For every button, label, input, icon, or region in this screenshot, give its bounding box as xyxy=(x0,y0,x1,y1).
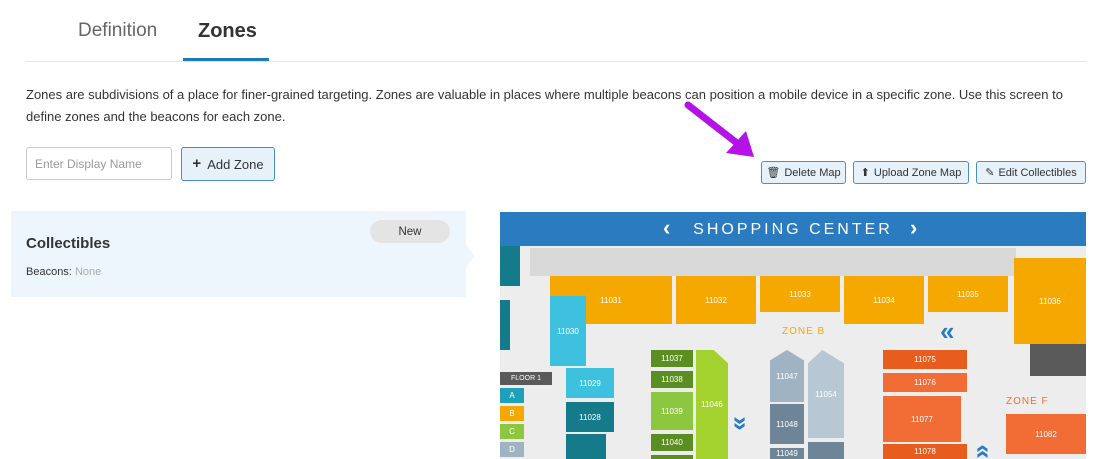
plus-icon: + xyxy=(192,155,202,172)
store-11054: 11054 xyxy=(808,350,844,438)
map-block xyxy=(1030,344,1086,376)
store-11029: 11029 xyxy=(566,368,614,398)
upload-icon: ⬆ xyxy=(860,167,870,179)
delete-map-button[interactable]: 🗑 Delete Map xyxy=(761,161,846,184)
floor-key-d: D xyxy=(500,442,524,457)
store-11076: 11076 xyxy=(883,373,967,392)
map-block xyxy=(500,246,520,286)
trash-icon: 🗑 xyxy=(766,167,781,179)
store-11030: 11030 xyxy=(550,296,586,366)
floor-label: FLOOR 1 xyxy=(500,372,552,385)
tab-bar: Definition Zones xyxy=(0,0,1096,62)
store-11075: 11075 xyxy=(883,350,967,369)
zone-map[interactable]: SHOPPING CENTER ‹ › 11031 11032 11033 11… xyxy=(500,212,1086,459)
floor-key-c: C xyxy=(500,424,524,439)
chevron-right-icon: › xyxy=(910,215,918,240)
zone-beacons: Beacons: None xyxy=(26,266,101,278)
beacons-value: None xyxy=(74,266,102,278)
edit-collectibles-label: Edit Collectibles xyxy=(998,166,1077,179)
display-name-input[interactable] xyxy=(26,147,172,180)
map-title: SHOPPING CENTER xyxy=(693,221,893,238)
chevron-double-left-icon: « xyxy=(940,316,955,346)
edit-icon: ✎ xyxy=(985,167,995,179)
chevron-double-down-icon: » xyxy=(726,416,757,431)
store-11033: 11033 xyxy=(760,276,840,312)
store-11046: 11046 xyxy=(696,350,728,459)
store-11077: 11077 xyxy=(883,396,961,442)
store-11039: 11039 xyxy=(651,392,693,430)
status-badge: New xyxy=(370,220,450,243)
map-block xyxy=(651,455,693,459)
chevron-double-up-icon: » xyxy=(965,444,996,459)
store-11028: 11028 xyxy=(566,402,614,432)
beacons-label: Beacons: xyxy=(26,266,72,278)
edit-collectibles-button[interactable]: ✎ Edit Collectibles xyxy=(976,161,1086,184)
floor-key-b: B xyxy=(500,406,524,421)
store-11037: 11037 xyxy=(651,350,693,367)
add-zone-label: Add Zone xyxy=(207,156,264,172)
store-11036: 11036 xyxy=(1014,258,1086,344)
map-block xyxy=(500,300,510,350)
tab-zones[interactable]: Zones xyxy=(198,20,257,43)
add-zone-button[interactable]: + Add Zone xyxy=(181,147,275,181)
walkway xyxy=(530,248,1016,276)
zones-description: Zones are subdivisions of a place for fi… xyxy=(26,87,1063,124)
map-block xyxy=(808,442,844,459)
store-11038: 11038 xyxy=(651,371,693,388)
tab-divider xyxy=(26,61,1086,62)
card-pointer xyxy=(465,244,475,268)
store-11040: 11040 xyxy=(651,434,693,451)
store-11049: 11049 xyxy=(770,448,804,459)
store-11047: 11047 xyxy=(770,350,804,402)
map-block xyxy=(566,434,606,459)
store-11048: 11048 xyxy=(770,404,804,444)
upload-zone-map-button[interactable]: ⬆ Upload Zone Map xyxy=(853,161,969,184)
store-11078: 11078 xyxy=(883,444,967,459)
zone-card-collectibles[interactable]: Collectibles New Beacons: None xyxy=(11,211,466,297)
store-11082: 11082 xyxy=(1006,414,1086,454)
delete-map-label: Delete Map xyxy=(784,166,841,179)
zone-b-label: ZONE B xyxy=(782,326,826,337)
chevron-left-icon: ‹ xyxy=(663,215,671,240)
store-11034: 11034 xyxy=(844,276,924,324)
tab-definition[interactable]: Definition xyxy=(78,20,157,42)
zone-card-title: Collectibles xyxy=(26,235,111,252)
floor-key-a: A xyxy=(500,388,524,403)
annotation-arrow-icon xyxy=(684,101,754,157)
upload-zone-map-label: Upload Zone Map xyxy=(873,166,962,179)
store-11035: 11035 xyxy=(928,276,1008,312)
zone-f-label: ZONE F xyxy=(1006,396,1049,407)
store-11032: 11032 xyxy=(676,276,756,324)
